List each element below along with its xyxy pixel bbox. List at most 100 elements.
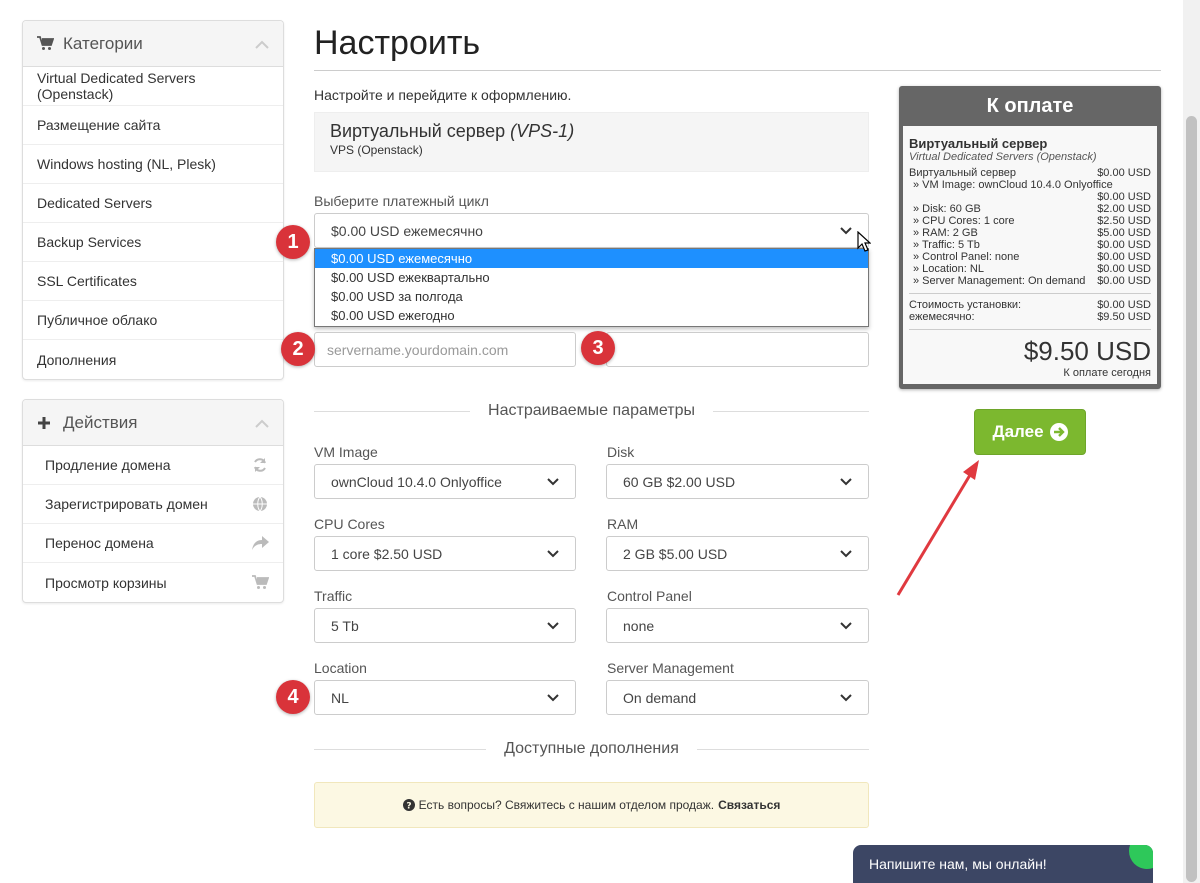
- vm-image-select[interactable]: ownCloud 10.4.0 Onlyoffice: [314, 464, 576, 499]
- summary-line: » CPU Cores: 1 core $2.50 USD: [909, 215, 1151, 227]
- action-register-domain[interactable]: Зарегистрировать домен: [23, 485, 283, 524]
- divider-line: [314, 410, 471, 412]
- root-password-input[interactable]: [606, 332, 869, 367]
- summary-line-label: » Control Panel: none: [913, 251, 1020, 263]
- sidebar-item-label: Windows hosting (NL, Plesk): [37, 156, 216, 172]
- arrow-circle-right-icon: [1049, 423, 1068, 441]
- summary-line: » Location: NL $0.00 USD: [909, 263, 1151, 275]
- annotation-badge: 3: [581, 331, 615, 365]
- categories-panel: Категории Virtual Dedicated Servers (Ope…: [22, 20, 284, 380]
- traffic-label: Traffic: [314, 588, 353, 604]
- chevron-down-icon: [547, 477, 559, 486]
- svg-text:?: ?: [406, 802, 411, 812]
- billing-option-quarterly[interactable]: $0.00 USD ежеквартально: [315, 268, 868, 287]
- sidebar-item-addons[interactable]: Дополнения: [23, 340, 283, 379]
- billing-cycle-select[interactable]: $0.00 USD ежемесячно: [314, 213, 869, 248]
- summary-line-label: » Traffic: 5 Tb: [913, 239, 980, 251]
- summary-monthly-label: ежемесячно:: [909, 311, 975, 323]
- help-text: Есть вопросы? Свяжитесь с нашим отделом …: [418, 798, 715, 812]
- chevron-down-icon: [547, 549, 559, 558]
- chevron-up-icon[interactable]: [255, 413, 269, 433]
- scrollbar-thumb[interactable]: [1186, 116, 1197, 882]
- summary-line-price: $5.00 USD: [1097, 227, 1151, 239]
- billing-option-semiannual[interactable]: $0.00 USD за полгода: [315, 287, 868, 306]
- product-name-text: Виртуальный сервер: [330, 121, 506, 141]
- live-chat-widget[interactable]: Напишите нам, мы онлайн!: [853, 845, 1153, 883]
- sidebar-item-label: Размещение сайта: [37, 117, 161, 133]
- sidebar-item-label: Backup Services: [37, 234, 142, 250]
- ram-select[interactable]: 2 GB $5.00 USD: [606, 536, 869, 571]
- mouse-cursor-icon: [857, 231, 871, 252]
- annotation-arrow-shaft: [896, 474, 972, 596]
- summary-line-price: $0.00 USD: [1097, 239, 1151, 251]
- addons-title: Доступные дополнения: [504, 740, 679, 757]
- intro-text: Настройте и перейдите к оформлению.: [314, 87, 572, 103]
- plus-icon: [37, 416, 55, 430]
- location-select[interactable]: NL: [314, 680, 576, 715]
- billing-option-monthly[interactable]: $0.00 USD ежемесячно: [315, 249, 868, 268]
- billing-cycle-options[interactable]: $0.00 USD ежемесячно $0.00 USD ежекварта…: [314, 248, 869, 327]
- cart-icon: [251, 575, 269, 590]
- product-name: Виртуальный сервер (VPS-1): [330, 121, 853, 142]
- refresh-icon: [251, 457, 269, 473]
- contact-link[interactable]: Связаться: [718, 798, 780, 812]
- summary-divider: [909, 329, 1151, 330]
- summary-line-price: $0.00 USD: [1097, 263, 1151, 275]
- product-code: (VPS-1): [510, 121, 575, 141]
- sidebar-item-public-cloud[interactable]: Публичное облако: [23, 301, 283, 340]
- hostname-placeholder: servername.yourdomain.com: [327, 341, 509, 358]
- summary-setup-fee: Стоимость установки: $0.00 USD: [909, 299, 1151, 311]
- sidebar-item-dedicated-servers[interactable]: Dedicated Servers: [23, 184, 283, 223]
- categories-header[interactable]: Категории: [23, 21, 283, 67]
- sidebar-item-windows-hosting[interactable]: Windows hosting (NL, Plesk): [23, 145, 283, 184]
- config-options-heading: Настраиваемые параметры: [314, 402, 869, 420]
- config-options-title: Настраиваемые параметры: [488, 402, 695, 419]
- chevron-down-icon: [547, 621, 559, 630]
- chevron-up-icon[interactable]: [255, 34, 269, 54]
- summary-line-label: » Server Management: On demand: [913, 275, 1086, 287]
- billing-cycle-value: $0.00 USD ежемесячно: [331, 222, 483, 239]
- sidebar-item-vds-openstack[interactable]: Virtual Dedicated Servers (Openstack): [23, 67, 283, 106]
- cpu-cores-select[interactable]: 1 core $2.50 USD: [314, 536, 576, 571]
- question-circle-icon: ?: [402, 799, 415, 812]
- action-view-cart[interactable]: Просмотр корзины: [23, 563, 283, 602]
- product-info-box: Виртуальный сервер (VPS-1) VPS (Openstac…: [314, 112, 869, 172]
- summary-line-label: » Location: NL: [913, 263, 984, 275]
- server-management-select[interactable]: On demand: [606, 680, 869, 715]
- action-label: Перенос домена: [45, 535, 154, 551]
- sidebar-item-hosting[interactable]: Размещение сайта: [23, 106, 283, 145]
- categories-title: Категории: [63, 33, 143, 53]
- order-summary-body: Виртуальный сервер Virtual Dedicated Ser…: [903, 126, 1157, 384]
- sidebar-item-backup-services[interactable]: Backup Services: [23, 223, 283, 262]
- annotation-badge: 2: [281, 332, 315, 366]
- summary-setup-label: Стоимость установки:: [909, 299, 1022, 311]
- sidebar-item-label: Dedicated Servers: [37, 195, 153, 211]
- hostname-input[interactable]: servername.yourdomain.com: [314, 332, 576, 367]
- action-renew-domain[interactable]: Продление домена: [23, 446, 283, 485]
- title-divider: [314, 70, 1161, 71]
- billing-option-annual[interactable]: $0.00 USD ежегодно: [315, 306, 868, 325]
- continue-button-label: Далее: [992, 422, 1044, 441]
- action-label: Продление домена: [45, 457, 171, 473]
- summary-line-label: » CPU Cores: 1 core: [913, 215, 1015, 227]
- sidebar-item-ssl-certificates[interactable]: SSL Certificates: [23, 262, 283, 301]
- control-panel-select[interactable]: none: [606, 608, 869, 643]
- actions-header[interactable]: Действия: [23, 400, 283, 446]
- disk-select[interactable]: 60 GB $2.00 USD: [606, 464, 869, 499]
- vm-image-value: ownCloud 10.4.0 Onlyoffice: [331, 473, 502, 490]
- divider-line: [712, 410, 869, 412]
- action-transfer-domain[interactable]: Перенос домена: [23, 524, 283, 563]
- cpu-cores-label: CPU Cores: [314, 516, 385, 532]
- sidebar-item-label: Публичное облако: [37, 312, 158, 328]
- continue-button[interactable]: Далее: [974, 409, 1086, 455]
- addons-heading: Доступные дополнения: [314, 740, 869, 758]
- traffic-select[interactable]: 5 Tb: [314, 608, 576, 643]
- annotation-badge: 4: [276, 680, 310, 714]
- actions-panel: Действия Продление домена Зарегистрирова…: [22, 399, 284, 603]
- cpu-cores-value: 1 core $2.50 USD: [331, 545, 443, 562]
- chevron-down-icon: [547, 693, 559, 702]
- location-value: NL: [331, 689, 349, 706]
- ram-value: 2 GB $5.00 USD: [623, 545, 728, 562]
- annotation-arrow-head: [963, 460, 979, 480]
- divider-line: [696, 748, 869, 750]
